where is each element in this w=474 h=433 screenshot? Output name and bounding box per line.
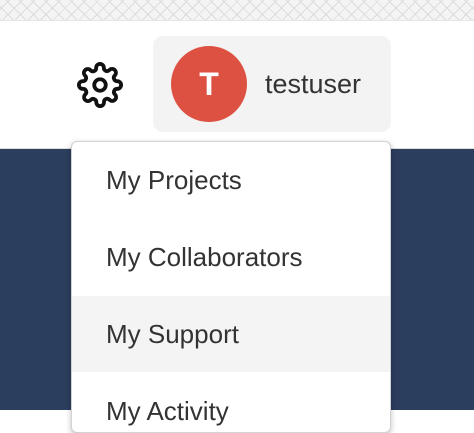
settings-gear-icon[interactable]	[77, 62, 123, 108]
menu-item-my-activity[interactable]: My Activity	[72, 373, 390, 432]
menu-item-my-collaborators[interactable]: My Collaborators	[72, 219, 390, 295]
menu-item-my-support[interactable]: My Support	[72, 296, 390, 372]
menu-item-my-projects[interactable]: My Projects	[72, 142, 390, 218]
avatar: T	[171, 46, 247, 122]
gear-icon	[77, 62, 123, 108]
username-label: testuser	[265, 69, 362, 99]
user-menu-button[interactable]: T testuser	[153, 36, 391, 132]
user-dropdown-menu: My Projects My Collaborators My Support …	[71, 141, 391, 433]
top-strip	[0, 0, 474, 21]
